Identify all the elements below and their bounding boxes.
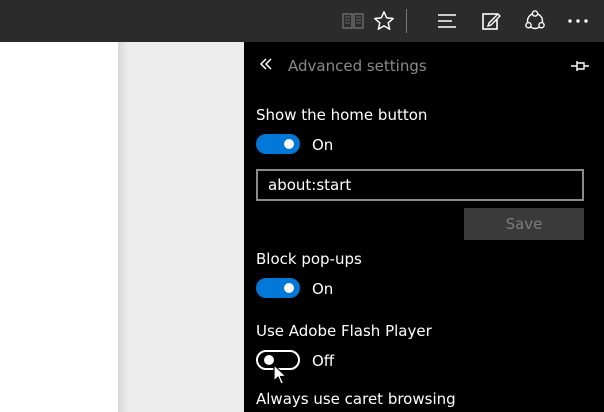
home-url-input[interactable] — [256, 169, 584, 201]
home-button-toggle[interactable] — [256, 134, 300, 154]
web-note-icon[interactable] — [474, 0, 508, 42]
hub-icon[interactable] — [430, 0, 464, 42]
home-button-label: Show the home button — [256, 106, 428, 124]
browser-toolbar — [0, 0, 604, 42]
toggle-knob — [284, 139, 294, 149]
mouse-cursor-icon — [273, 364, 289, 388]
advanced-settings-panel: Advanced settings Show the home button O… — [244, 42, 604, 412]
block-popups-label: Block pop-ups — [256, 250, 362, 268]
caret-browsing-label: Always use caret browsing — [256, 390, 456, 408]
toolbar-divider — [406, 9, 407, 33]
panel-title: Advanced settings — [288, 57, 427, 75]
favorite-star-icon[interactable] — [367, 0, 401, 42]
reading-view-icon[interactable] — [336, 0, 370, 42]
share-icon[interactable] — [518, 0, 552, 42]
save-button[interactable]: Save — [464, 208, 584, 240]
block-popups-toggle[interactable] — [256, 278, 300, 298]
web-page-margin — [118, 42, 244, 412]
more-icon[interactable] — [561, 0, 595, 42]
home-button-state: On — [312, 136, 334, 154]
double-chevron-left-icon — [259, 58, 272, 70]
block-popups-state: On — [312, 280, 334, 298]
flash-player-label: Use Adobe Flash Player — [256, 322, 432, 340]
pin-icon[interactable] — [570, 58, 592, 74]
toggle-knob — [284, 283, 294, 293]
flash-player-state: Off — [312, 352, 335, 370]
web-page-content[interactable] — [0, 42, 118, 412]
back-button[interactable] — [258, 56, 278, 76]
